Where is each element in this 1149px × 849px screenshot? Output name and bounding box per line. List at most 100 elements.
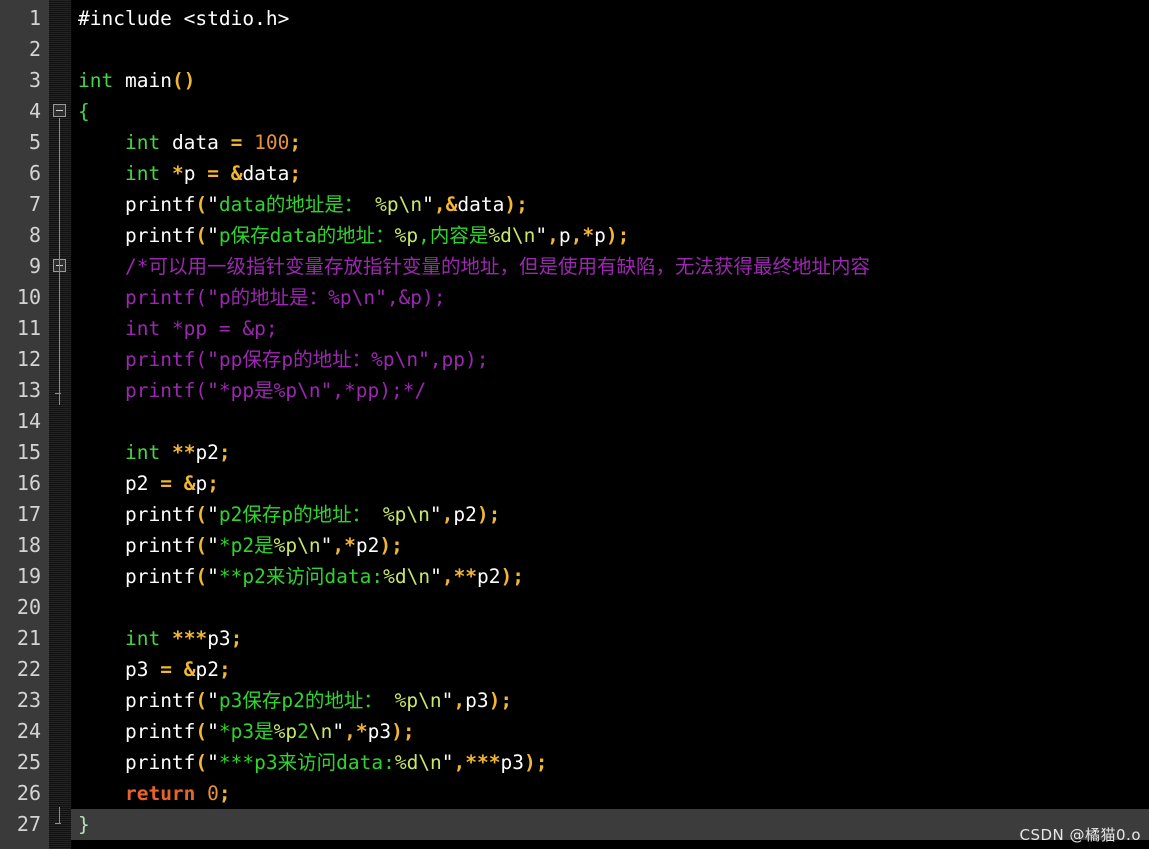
code-token: p保存data的地址： [218, 224, 395, 247]
line-number: 10 [16, 285, 41, 309]
code-line[interactable]: /*可以用一级指针变量存放指针变量的地址，但是使用有缺陷，无法获得最终地址内容 [71, 251, 1149, 282]
fold-margin-row [49, 592, 71, 623]
code-token: data [242, 162, 290, 185]
code-token: ( [195, 689, 208, 712]
code-line[interactable]: printf("data的地址是： %p\n",&data); [71, 189, 1149, 220]
code-token: ; [218, 658, 231, 681]
code-line[interactable]: int *p = &data; [71, 158, 1149, 189]
code-line[interactable] [71, 592, 1149, 623]
fold-margin-row [49, 623, 71, 654]
code-line[interactable]: { [71, 96, 1149, 127]
line-number: 20 [16, 595, 41, 619]
code-token: *p2是 [218, 534, 274, 557]
code-line[interactable]: printf("pp保存p的地址：%p\n",pp); [71, 344, 1149, 375]
line-number: 6 [28, 161, 41, 185]
code-token: p [195, 472, 208, 495]
code-line[interactable]: int **p2; [71, 437, 1149, 468]
fold-margin-row [49, 778, 71, 809]
code-token: ( [195, 193, 208, 216]
code-token: ***p3来访问data: [218, 751, 395, 774]
code-token: p [183, 162, 208, 185]
code-token: , [441, 565, 454, 588]
code-editor[interactable]: 1 2 3 4 5 6 7 8 9 10 11 12 13 14 15 16 17 18 19 20 21 22 23 24 2… [0, 0, 1149, 849]
fold-margin-row [49, 34, 71, 65]
code-token: ) [476, 503, 489, 526]
code-line[interactable]: printf("**p2来访问data:%d\n",**p2); [71, 561, 1149, 592]
code-line[interactable]: printf("*pp是%p\n",*pp);*/ [71, 375, 1149, 406]
code-line[interactable]: printf("p的地址是：%p\n",&p); [71, 282, 1149, 313]
code-line[interactable]: printf("p3保存p2的地址： %p\n",p3); [71, 685, 1149, 716]
code-line[interactable]: #include <stdio.h> [71, 3, 1149, 34]
code-line[interactable]: printf("*p3是%p2\n",*p3); [71, 716, 1149, 747]
code-token: /*可以用一级指针变量存放指针变量的地址，但是使用有缺陷，无法获得最终地址内容 [124, 255, 870, 278]
code-line[interactable]: printf("***p3来访问data:%d\n",***p3); [71, 747, 1149, 778]
code-token: ; [218, 782, 231, 805]
code-token: %d\n [383, 565, 431, 588]
code-token: = [230, 131, 243, 154]
code-token: " [207, 224, 219, 247]
code-token: ; [391, 534, 403, 557]
code-token: " [207, 503, 219, 526]
code-token: () [171, 69, 196, 92]
code-line[interactable] [71, 406, 1149, 437]
line-number: 15 [16, 440, 41, 464]
code-token: int [78, 69, 114, 92]
code-token: = [207, 162, 219, 185]
code-line[interactable]: printf("p2保存p的地址： %p\n",p2); [71, 499, 1149, 530]
code-line[interactable]: p3 = &p2; [71, 654, 1149, 685]
fold-margin-row [49, 313, 71, 344]
code-token: ( [195, 565, 208, 588]
code-token: printf [124, 720, 196, 743]
line-number: 22 [16, 657, 41, 681]
line-number: 18 [16, 533, 41, 557]
code-token: * [355, 720, 368, 743]
code-token: p3 [367, 720, 392, 743]
code-token: " [422, 193, 434, 216]
code-content-area[interactable]: #include <stdio.h> int main(){ int data =… [71, 0, 1149, 849]
code-token: , [453, 751, 466, 774]
code-token: ) [500, 565, 513, 588]
fold-margin-row [49, 282, 71, 313]
code-token: ( [195, 751, 208, 774]
code-token: & [183, 658, 196, 681]
line-number: 26 [16, 781, 41, 805]
code-line[interactable]: } [71, 809, 1149, 840]
fold-margin-row [49, 530, 71, 561]
code-line[interactable]: printf("*p2是%p\n",*p2); [71, 530, 1149, 561]
code-token: ( [195, 534, 208, 557]
code-token: int *pp = &p; [124, 317, 278, 340]
code-line[interactable]: int ***p3; [71, 623, 1149, 654]
code-token: 2 [297, 720, 309, 743]
code-token: p [558, 224, 571, 247]
line-number: 25 [16, 750, 41, 774]
code-line[interactable]: return 0; [71, 778, 1149, 809]
code-token: & [183, 472, 196, 495]
line-number: 12 [16, 347, 41, 371]
code-line[interactable]: int *pp = &p; [71, 313, 1149, 344]
fold-collapse-icon[interactable] [53, 104, 66, 117]
code-token: " [207, 751, 219, 774]
code-token: int [124, 131, 161, 154]
fold-margin-row [49, 561, 71, 592]
code-token: , [570, 224, 583, 247]
code-line[interactable]: printf("p保存data的地址：%p,内容是%d\n",p,*p); [71, 220, 1149, 251]
code-token: %p\n [273, 534, 321, 557]
code-line[interactable]: int data = 100; [71, 127, 1149, 158]
code-token: p2 [355, 534, 380, 557]
code-line[interactable]: p2 = &p; [71, 468, 1149, 499]
code-line[interactable]: int main() [71, 65, 1149, 96]
code-token: * [171, 162, 184, 185]
fold-margin-row [49, 189, 71, 220]
code-folding-margin[interactable] [49, 0, 71, 849]
code-line[interactable] [71, 34, 1149, 65]
code-token: *p3是 [218, 720, 274, 743]
code-token: ; [516, 193, 528, 216]
